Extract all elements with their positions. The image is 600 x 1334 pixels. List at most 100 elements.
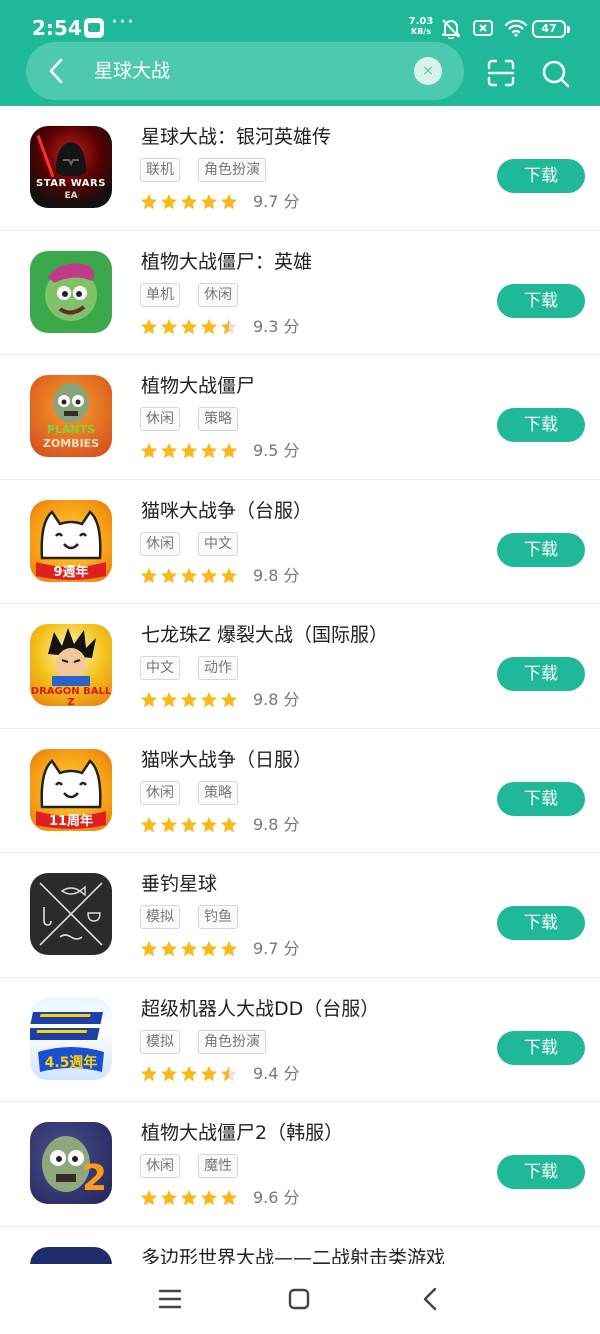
download-button[interactable]: 下载 [497, 657, 585, 691]
search-input[interactable]: 星球大战 [94, 58, 170, 84]
download-button[interactable]: 下载 [497, 906, 585, 940]
tag: 角色扮演 [198, 158, 266, 182]
star-icon [221, 1065, 237, 1081]
network-speed-value: 7.03 [408, 16, 434, 27]
list-item[interactable]: 4.5週年 超级机器人大战DD（台服） 模拟 角色扮演 9.4 分 下载 [0, 978, 600, 1102]
list-item[interactable]: 2 植物大战僵尸2（韩服） 休闲 魔性 9.6 分 下载 [0, 1102, 600, 1227]
download-button[interactable]: 下载 [497, 1155, 585, 1189]
download-button[interactable]: 下载 [497, 408, 585, 442]
search-icon[interactable] [540, 58, 572, 90]
star-icon [141, 1065, 157, 1081]
star-icon [201, 941, 217, 957]
download-button[interactable]: 下载 [497, 532, 585, 567]
tag-group: 休闲 策略 [140, 407, 238, 431]
plants-logo: PLANTS [46, 423, 96, 436]
notification-app-icon [84, 18, 104, 38]
tag: 策略 [198, 407, 238, 431]
list-item[interactable]: DRAGON BALL Z 七龙珠Z 爆裂大战（国际服） 中文 动作 9.8 分… [0, 604, 600, 729]
search-bar[interactable] [26, 42, 464, 100]
tag: 休闲 [198, 282, 238, 307]
star-icon [221, 692, 237, 708]
star-icon [221, 816, 237, 832]
star-icon [161, 941, 177, 957]
app-title[interactable]: 植物大战僵尸 [141, 371, 255, 398]
nav-back-icon[interactable] [420, 1286, 440, 1312]
clear-search-icon[interactable]: × [414, 57, 442, 85]
star-icon [181, 443, 197, 459]
app-title[interactable]: 植物大战僵尸2（韩服） [141, 1118, 343, 1145]
star-icon [161, 816, 177, 832]
star-icon [161, 1065, 177, 1081]
star-icon [161, 194, 177, 210]
zombie-hero-icon [45, 263, 97, 321]
tag: 单机 [140, 282, 180, 307]
menu-icon[interactable] [158, 1288, 182, 1310]
star-icon [201, 443, 217, 459]
back-arrow-icon[interactable] [42, 54, 72, 88]
wifi-icon [504, 19, 528, 37]
star-icon [181, 1065, 197, 1081]
zombies-logo: ZOMBIES [42, 437, 100, 450]
app-icon-dragon-ball[interactable]: DRAGON BALL Z [30, 624, 112, 706]
app-title[interactable]: 猫咪大战争（日服） [141, 745, 312, 772]
star-rating [140, 565, 238, 587]
tag-group: 休闲 中文 [140, 531, 238, 556]
rating-score: 9.3 分 [253, 316, 300, 336]
tag: 中文 [198, 531, 238, 556]
star-icon [141, 816, 157, 832]
app-title[interactable]: 超级机器人大战DD（台服） [141, 994, 379, 1021]
tag-group: 联机 角色扮演 [140, 158, 266, 182]
list-item[interactable]: 植物大战僵尸：英雄 单机 休闲 9.3 分 下载 [0, 231, 600, 355]
list-item[interactable]: PLANTS ZOMBIES 植物大战僵尸 休闲 策略 9.5 分 下载 [0, 355, 600, 480]
list-item[interactable]: 11周年 猫咪大战争（日服） 休闲 策略 9.8 分 下载 [0, 729, 600, 853]
star-rating [140, 814, 238, 836]
home-icon[interactable] [288, 1288, 310, 1310]
star-icon [141, 1190, 157, 1206]
app-title[interactable]: 七龙珠Z 爆裂大战（国际服） [141, 620, 388, 647]
network-speed: 7.03 KB/s [408, 16, 434, 37]
app-title[interactable]: 猫咪大战争（台服） [141, 496, 312, 523]
star-icon [161, 1190, 177, 1206]
app-icon-fishing-planet[interactable] [30, 873, 112, 955]
status-time: 2:54 [32, 16, 82, 40]
star-icon [141, 941, 157, 957]
download-button[interactable]: 下载 [497, 781, 585, 816]
scan-icon[interactable] [486, 58, 516, 88]
app-icon-pvz2[interactable]: 2 [30, 1122, 112, 1204]
app-title[interactable]: 垂钓星球 [141, 869, 217, 896]
list-item[interactable]: STAR WARS EA 星球大战：银河英雄传 联机 角色扮演 9.7 分 下载 [0, 106, 600, 231]
app-icon-battle-cats-jp[interactable]: 11周年 [30, 748, 112, 831]
download-button[interactable]: 下载 [497, 1030, 585, 1065]
anniversary-badge: 4.5週年 [44, 1054, 98, 1071]
anniversary-badge: 11周年 [48, 813, 94, 829]
app-icon-pvz-heroes[interactable] [30, 250, 112, 333]
star-icon [141, 443, 157, 459]
download-button[interactable]: 下载 [497, 283, 585, 318]
rating-score: 9.5 分 [253, 441, 300, 460]
list-item[interactable]: 9週年 猫咪大战争（台服） 休闲 中文 9.8 分 下载 [0, 480, 600, 604]
app-icon-super-robot-wars[interactable]: 4.5週年 [30, 997, 112, 1080]
star-icon [201, 816, 217, 832]
star-icon [141, 318, 157, 334]
star-icon [221, 318, 237, 334]
app-title[interactable]: 植物大战僵尸：英雄 [141, 247, 312, 274]
app-icon-battle-cats-tw[interactable]: 9週年 [30, 499, 112, 582]
rating-score: 9.8 分 [253, 565, 300, 585]
sim-off-icon [473, 20, 493, 36]
star-icon [181, 567, 197, 583]
rating-score: 9.8 分 [253, 814, 300, 834]
list-item[interactable]: 垂钓星球 模拟 钓鱼 9.7 分 下载 [0, 853, 600, 978]
star-rating [140, 1187, 238, 1209]
tag: 钓鱼 [198, 905, 238, 929]
dragon-ball-logo: DRAGON BALL Z [30, 686, 112, 706]
tag: 休闲 [140, 780, 180, 805]
rating-score: 9.6 分 [253, 1188, 300, 1207]
app-title[interactable]: 星球大战：银河英雄传 [141, 122, 331, 149]
system-nav-bar [0, 1264, 600, 1334]
app-icon-pvz[interactable]: PLANTS ZOMBIES [30, 375, 112, 457]
rating-score: 9.4 分 [253, 1063, 300, 1083]
download-button[interactable]: 下载 [497, 159, 585, 193]
star-icon [221, 1190, 237, 1206]
star-icon [221, 194, 237, 210]
app-icon-star-wars[interactable]: STAR WARS EA [30, 126, 112, 208]
